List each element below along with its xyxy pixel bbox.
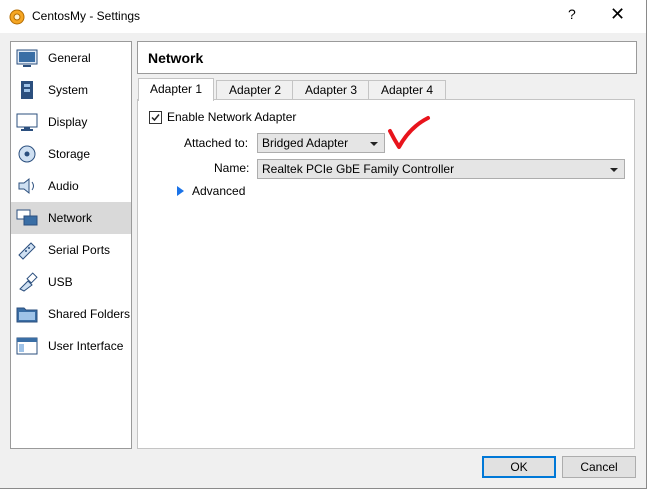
attached-to-select[interactable]: Bridged Adapter (257, 133, 385, 153)
serial-ports-icon (18, 242, 36, 260)
sidebar-item-label: User Interface (48, 339, 124, 353)
tab-adapter-2[interactable]: Adapter 2 (216, 80, 294, 100)
attached-to-value: Bridged Adapter (262, 136, 349, 150)
display-icon (16, 113, 38, 131)
help-button[interactable]: ? (568, 6, 576, 22)
tab-adapter-1[interactable]: Adapter 1 (138, 78, 214, 101)
advanced-toggle[interactable]: Advanced (192, 184, 245, 198)
sidebar-item-shared-folders[interactable]: Shared Folders (11, 298, 131, 330)
tab-adapter-4[interactable]: Adapter 4 (368, 80, 446, 100)
enable-adapter-checkbox[interactable] (149, 111, 162, 124)
virtualbox-app-icon (9, 9, 25, 25)
sidebar-item-label: Shared Folders (48, 307, 131, 321)
audio-icon (18, 177, 34, 195)
sidebar-item-usb[interactable]: USB (11, 266, 131, 298)
tab-adapter-3[interactable]: Adapter 3 (292, 80, 370, 100)
window-title: CentosMy - Settings (32, 9, 141, 23)
usb-icon (19, 272, 38, 292)
user-interface-icon (16, 337, 38, 355)
close-button[interactable]: ✕ (610, 4, 625, 25)
sidebar-item-user-interface[interactable]: User Interface (11, 330, 131, 362)
checkbox-check-icon (151, 114, 160, 122)
storage-icon (18, 145, 36, 163)
sidebar-item-display[interactable]: Display (11, 106, 131, 138)
general-icon (16, 49, 38, 67)
chevron-down-icon (610, 168, 618, 172)
sidebar-item-label: System (48, 83, 89, 97)
sidebar-item-network[interactable]: Network (11, 202, 131, 234)
sidebar-item-label: Storage (48, 147, 91, 161)
shared-folders-icon (16, 307, 38, 323)
sidebar-item-audio[interactable]: Audio (11, 170, 131, 202)
sidebar-item-storage[interactable]: Storage (11, 138, 131, 170)
adapter-name-select[interactable]: Realtek PCIe GbE Family Controller (257, 159, 625, 179)
adapter-name-value: Realtek PCIe GbE Family Controller (262, 162, 455, 176)
sidebar-item-label: Display (48, 115, 88, 129)
settings-window: CentosMy - Settings ? ✕ General System D… (0, 0, 647, 489)
cancel-button[interactable]: Cancel (562, 456, 636, 478)
sidebar-item-system[interactable]: System (11, 74, 131, 106)
ok-button[interactable]: OK (482, 456, 556, 478)
sidebar-item-label: General (48, 51, 91, 65)
attached-to-label: Attached to: (184, 136, 249, 150)
sidebar-item-serial-ports[interactable]: Serial Ports (11, 234, 131, 266)
sidebar-item-label: USB (48, 275, 73, 289)
sidebar-item-label: Audio (48, 179, 79, 193)
title-bar: CentosMy - Settings ? ✕ (0, 0, 646, 33)
name-label: Name: (214, 161, 250, 175)
system-icon (21, 81, 33, 99)
expand-triangle-icon[interactable] (177, 186, 184, 196)
chevron-down-icon (370, 142, 378, 146)
page-header: Network (137, 41, 637, 74)
red-checkmark-annotation-icon (388, 116, 430, 149)
dialog-content: General System Display Storage Audio Net… (0, 33, 646, 488)
sidebar-item-label: Network (48, 211, 93, 225)
sidebar-item-general[interactable]: General (11, 42, 131, 74)
sidebar-item-label: Serial Ports (48, 243, 111, 257)
network-icon (16, 209, 38, 226)
settings-sidebar: General System Display Storage Audio Net… (10, 41, 132, 449)
enable-adapter-label: Enable Network Adapter (167, 110, 297, 124)
page-title: Network (148, 50, 204, 66)
